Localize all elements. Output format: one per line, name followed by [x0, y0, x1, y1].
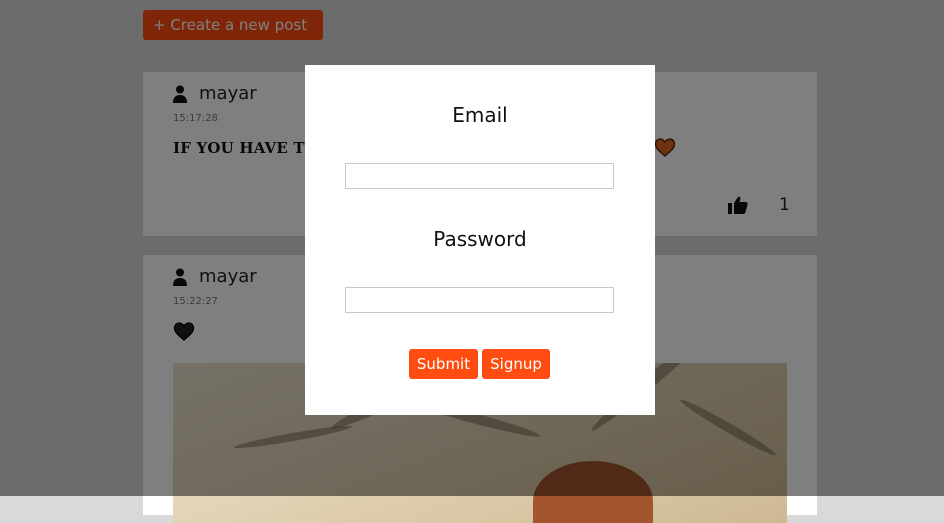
email-label: Email	[452, 103, 508, 127]
password-label: Password	[433, 227, 527, 251]
signup-button[interactable]: Signup	[482, 349, 550, 379]
password-field[interactable]	[345, 287, 614, 313]
email-field[interactable]	[345, 163, 614, 189]
submit-button[interactable]: Submit	[409, 349, 478, 379]
login-modal: Email Password Submit Signup	[305, 65, 655, 415]
